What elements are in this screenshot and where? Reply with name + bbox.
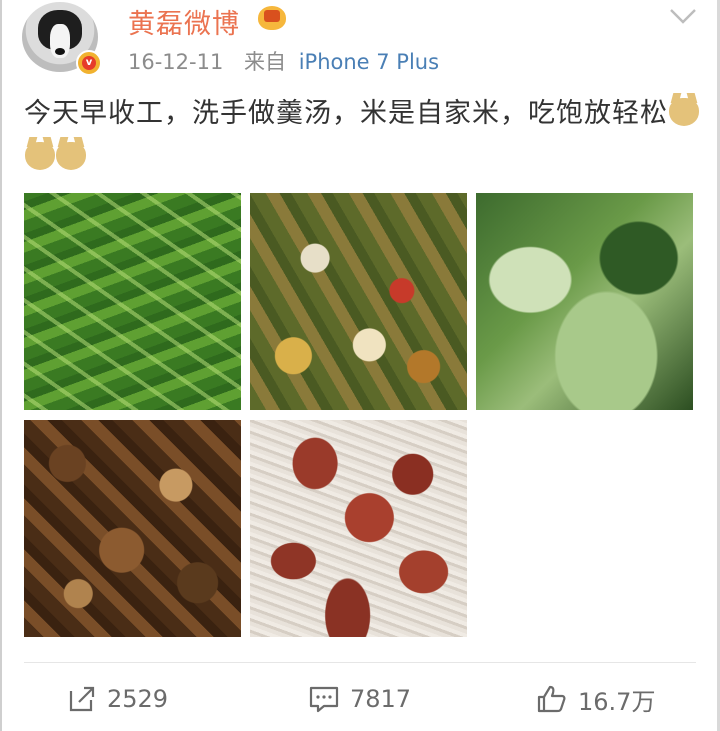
vip-crown-icon[interactable] (258, 6, 286, 30)
photo-stir-fried-greens[interactable] (24, 193, 241, 410)
author-name[interactable]: 黄磊微博 (128, 2, 240, 41)
doge-emoji-icon (25, 142, 55, 170)
comment-button[interactable]: 7817 (308, 684, 411, 714)
source-device[interactable]: iPhone 7 Plus (299, 50, 439, 74)
photo-bok-choy[interactable] (476, 193, 693, 410)
doge-emoji-icon (56, 142, 86, 170)
post-body: 今天早收工，洗手做羹汤，米是自家米，吃饱放轻松 (24, 92, 704, 180)
post-date: 16-12-11 (128, 50, 224, 74)
action-divider (24, 662, 696, 663)
comment-icon (309, 686, 339, 713)
chevron-down-icon[interactable] (669, 6, 697, 26)
post-text: 今天早收工，洗手做羹汤，米是自家米，吃饱放轻松 (24, 98, 668, 129)
like-icon (537, 685, 566, 713)
source-prefix: 来自 (244, 50, 287, 74)
doge-emoji-icon (669, 98, 699, 126)
forward-count: 2529 (107, 685, 169, 713)
forward-icon (69, 686, 95, 712)
like-count: 16.7万 (578, 687, 656, 716)
like-button[interactable]: 16.7万 (536, 684, 656, 716)
verified-badge-icon: v (76, 50, 102, 76)
photo-stir-fried-peppers[interactable] (250, 193, 467, 410)
comment-count: 7817 (350, 685, 412, 713)
forward-button[interactable]: 2529 (67, 684, 168, 714)
post-meta: 16-12-11 来自 iPhone 7 Plus (128, 46, 439, 76)
left-edge (0, 0, 2, 731)
photo-braised-dish[interactable] (24, 420, 241, 637)
photo-sausage-rice[interactable] (250, 420, 467, 637)
